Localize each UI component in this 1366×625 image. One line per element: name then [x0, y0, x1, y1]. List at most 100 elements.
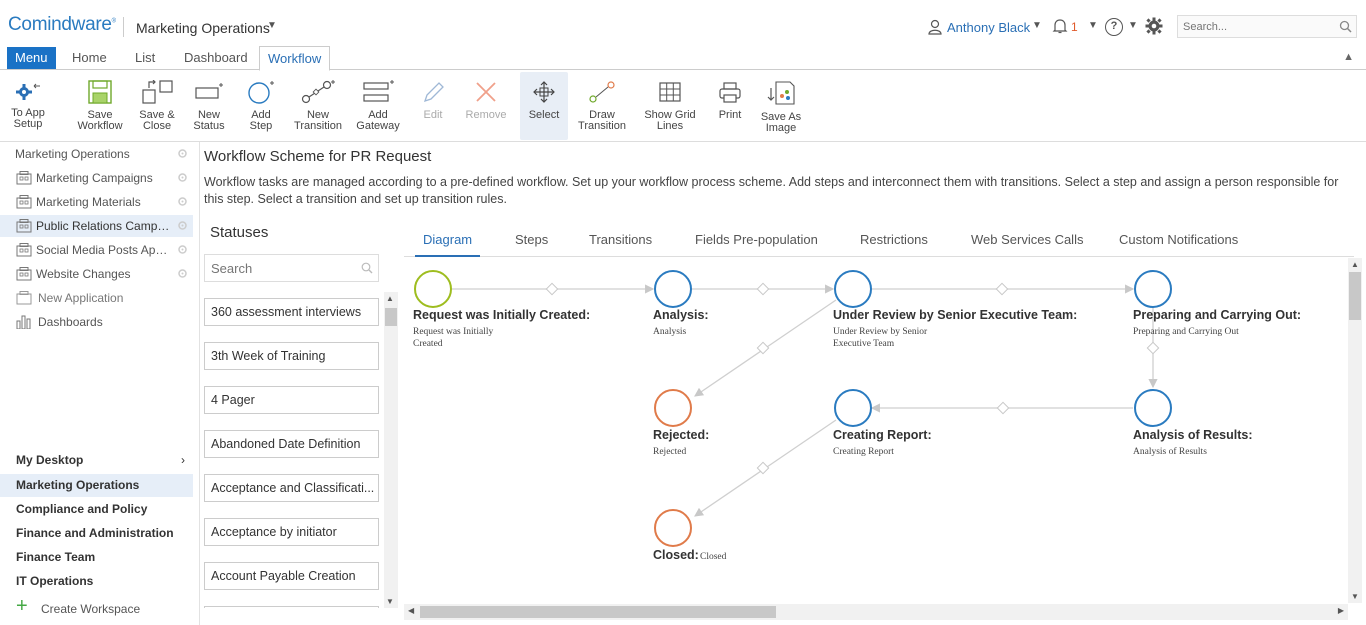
tab-web-services-calls[interactable]: Web Services Calls [963, 226, 1091, 257]
tab-list[interactable]: List [127, 46, 163, 70]
user-icon[interactable] [928, 19, 942, 35]
tab-diagram[interactable]: Diagram [415, 226, 481, 257]
global-search-input[interactable] [1178, 16, 1328, 37]
status-item[interactable]: 4 Pager [204, 386, 379, 414]
tab-fields-prepopulation[interactable]: Fields Pre-population [687, 226, 826, 257]
tab-workflow[interactable]: Workflow [259, 46, 331, 71]
scrollbar-thumb[interactable] [385, 308, 397, 326]
status-item[interactable]: Abandoned Date Definition [204, 430, 379, 458]
scroll-down-icon[interactable]: ▼ [386, 597, 394, 606]
scroll-up-icon[interactable]: ▲ [1351, 260, 1359, 269]
search-icon[interactable] [1339, 20, 1352, 33]
workspace-it-operations[interactable]: IT Operations [0, 570, 193, 593]
step-node[interactable] [834, 389, 872, 427]
to-app-setup-button[interactable]: To App Setup [4, 72, 52, 140]
transition-handle[interactable] [1146, 341, 1160, 355]
nav-item-public-relations[interactable]: Public Relations Campai... [0, 215, 193, 237]
transition-handle[interactable] [995, 282, 1009, 296]
statuses-scrollbar[interactable]: ▲ ▼ [384, 292, 398, 608]
nav-item-marketing-campaigns[interactable]: Marketing Campaigns [0, 167, 193, 189]
remove-button[interactable]: Remove [462, 72, 510, 140]
user-name-link[interactable]: Anthony Black [947, 20, 1030, 35]
tab-custom-notifications[interactable]: Custom Notifications [1111, 226, 1246, 257]
nav-item-social-media-posts[interactable]: Social Media Posts Appr... [0, 239, 193, 261]
gear-icon[interactable] [177, 244, 188, 255]
transition-handle[interactable] [996, 401, 1010, 415]
status-item[interactable]: Account Payable Creation [204, 562, 379, 590]
gear-icon[interactable] [177, 148, 188, 159]
edit-button[interactable]: Edit [416, 72, 450, 140]
chevron-down-icon[interactable]: ▼ [1032, 20, 1042, 31]
tab-home[interactable]: Home [64, 46, 115, 70]
nav-item-marketing-operations[interactable]: Marketing Operations [0, 143, 193, 165]
add-step-button[interactable]: Add Step [242, 72, 280, 140]
step-node[interactable] [834, 270, 872, 308]
start-node[interactable] [414, 270, 452, 308]
chevron-down-icon[interactable]: ▼ [267, 20, 277, 31]
workspace-compliance[interactable]: Compliance and Policy [0, 498, 193, 521]
nav-item-dashboards[interactable]: Dashboards [0, 311, 193, 333]
chevron-down-icon[interactable]: ▼ [1128, 20, 1138, 31]
show-grid-lines-button[interactable]: Show Grid Lines [641, 72, 699, 140]
save-as-image-button[interactable]: Save As Image [758, 72, 804, 140]
tab-steps[interactable]: Steps [507, 226, 556, 257]
nav-item-new-application[interactable]: New Application [0, 287, 193, 309]
workspace-finance-admin[interactable]: Finance and Administration [0, 522, 193, 545]
tab-transitions[interactable]: Transitions [581, 226, 660, 257]
save-workflow-button[interactable]: Save Workflow [72, 72, 128, 140]
new-status-button[interactable]: New Status [190, 72, 228, 140]
diagram-vertical-scrollbar[interactable]: ▲ ▼ [1348, 258, 1362, 603]
new-transition-button[interactable]: New Transition [291, 72, 345, 140]
scroll-up-icon[interactable]: ▲ [386, 294, 394, 303]
workspace-marketing-operations[interactable]: Marketing Operations [0, 474, 193, 497]
add-gateway-button[interactable]: Add Gateway [354, 72, 402, 140]
scroll-down-icon[interactable]: ▼ [1351, 592, 1359, 601]
chevron-down-icon[interactable]: ▼ [1088, 20, 1098, 31]
step-node[interactable] [1134, 270, 1172, 308]
select-button[interactable]: Select [520, 72, 568, 140]
gear-icon[interactable] [177, 268, 188, 279]
gear-icon[interactable] [177, 220, 188, 231]
transition-handle[interactable] [545, 282, 559, 296]
scrollbar-thumb[interactable] [1349, 272, 1361, 320]
status-item[interactable]: Acceptance by initiator [204, 518, 379, 546]
status-item[interactable]: 360 assessment interviews [204, 298, 379, 326]
menu-button[interactable]: Menu [7, 47, 56, 69]
statuses-search-input[interactable] [205, 255, 355, 281]
gear-icon[interactable] [177, 196, 188, 207]
workspace-my-desktop[interactable]: My Desktop › [0, 449, 193, 472]
scroll-right-icon[interactable]: ▶ [1338, 606, 1344, 615]
node-subtitle: Creating Report [833, 447, 894, 457]
gear-icon[interactable] [177, 172, 188, 183]
end-node[interactable] [654, 509, 692, 547]
workflow-diagram[interactable]: Request was Initially Created: Request w… [404, 258, 1348, 603]
save-close-button[interactable]: Save & Close [136, 72, 178, 140]
bell-icon[interactable] [1052, 18, 1068, 34]
notification-count[interactable]: 1 [1071, 20, 1078, 34]
scrollbar-thumb[interactable] [420, 606, 776, 618]
app-icon [16, 243, 32, 257]
app-logo[interactable]: Comindware® [8, 14, 116, 36]
node-title: Rejected: [653, 428, 710, 442]
search-icon[interactable] [361, 262, 373, 274]
status-item[interactable] [204, 606, 379, 608]
tab-restrictions[interactable]: Restrictions [852, 226, 936, 257]
workspace-title[interactable]: Marketing Operations [136, 20, 270, 36]
print-button[interactable]: Print [712, 72, 748, 140]
tab-dashboard[interactable]: Dashboard [176, 46, 256, 70]
chevron-up-icon[interactable]: ▲ [1343, 51, 1354, 63]
nav-item-website-changes[interactable]: Website Changes [0, 263, 193, 285]
step-node[interactable] [1134, 389, 1172, 427]
status-item[interactable]: Acceptance and Classificati... [204, 474, 379, 502]
nav-item-marketing-materials[interactable]: Marketing Materials [0, 191, 193, 213]
gear-icon[interactable] [1145, 17, 1163, 35]
scroll-left-icon[interactable]: ◀ [408, 606, 414, 615]
diagram-horizontal-scrollbar[interactable]: ◀ ▶ [404, 604, 1348, 620]
status-item[interactable]: 3th Week of Training [204, 342, 379, 370]
transition-handle[interactable] [756, 282, 770, 296]
workspace-finance-team[interactable]: Finance Team [0, 546, 193, 569]
draw-transition-button[interactable]: Draw Transition [575, 72, 629, 140]
end-node[interactable] [654, 389, 692, 427]
help-icon[interactable]: ? [1105, 18, 1123, 36]
step-node[interactable] [654, 270, 692, 308]
